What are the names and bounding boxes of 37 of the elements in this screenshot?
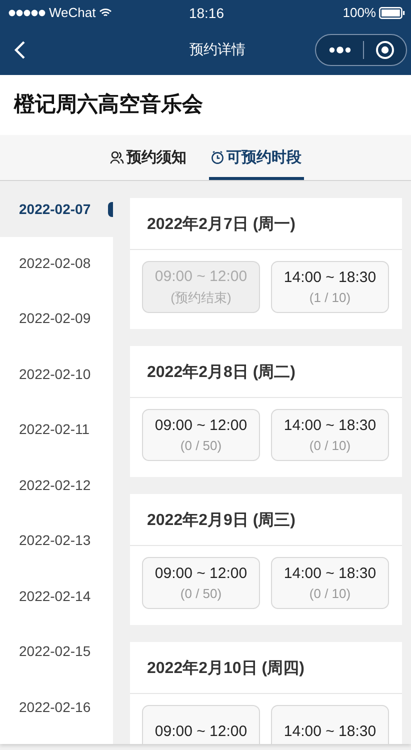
signal-icon: [8, 8, 46, 16]
date-item[interactable]: 2022-02-14: [0, 570, 113, 626]
date-item[interactable]: 2022-02-08: [0, 237, 113, 292]
status-time: 18:16: [188, 4, 224, 20]
time-slot[interactable]: 09:00 ~ 12:00 (0 / 50): [142, 557, 260, 609]
date-item[interactable]: 2022-02-16: [0, 681, 113, 736]
people-icon: [110, 151, 124, 164]
date-item[interactable]: 2022-02-07: [0, 181, 113, 237]
day-heading: 2022年2月9日 (周三): [130, 494, 402, 546]
clock-icon: [210, 151, 224, 164]
tab[interactable]: 预约须知: [108, 135, 188, 180]
time-slot[interactable]: 14:00 ~ 18:30: [271, 705, 389, 744]
day-heading: 2022年2月8日 (周二): [130, 346, 402, 398]
carrier-name: WeChat: [49, 5, 96, 20]
time-slot[interactable]: 14:00 ~ 18:30 (1 / 10): [271, 261, 389, 313]
time-slot[interactable]: 09:00 ~ 12:00 (0 / 50): [142, 409, 260, 461]
time-slot[interactable]: 14:00 ~ 18:30 (0 / 10): [271, 557, 389, 609]
event-title: 橙记周六高空音乐会: [0, 75, 411, 135]
date-item[interactable]: 2022-02-12: [0, 459, 113, 514]
day-heading: 2022年2月10日 (周四): [130, 642, 402, 694]
date-item[interactable]: 2022-02-09: [0, 292, 113, 348]
time-slot[interactable]: 09:00 ~ 12:00: [142, 705, 260, 744]
wifi-icon: [98, 8, 112, 18]
battery-percent: 100%: [342, 5, 376, 20]
page-title: 预约详情: [190, 41, 246, 59]
back-icon[interactable]: [14, 40, 26, 60]
date-item[interactable]: 2022-02-13: [0, 514, 113, 570]
time-slot[interactable]: 14:00 ~ 18:30 (0 / 10): [271, 409, 389, 461]
tab[interactable]: 可预约时段: [208, 135, 304, 180]
more-icon[interactable]: [328, 45, 352, 55]
close-icon[interactable]: [374, 40, 394, 60]
battery-icon: [378, 6, 405, 18]
date-item[interactable]: 2022-02-10: [0, 348, 113, 404]
selected-indicator: [108, 202, 113, 217]
date-item[interactable]: 2022-02-15: [0, 626, 113, 681]
date-item[interactable]: 2022-02-11: [0, 404, 113, 459]
day-heading: 2022年2月7日 (周一): [130, 198, 402, 250]
